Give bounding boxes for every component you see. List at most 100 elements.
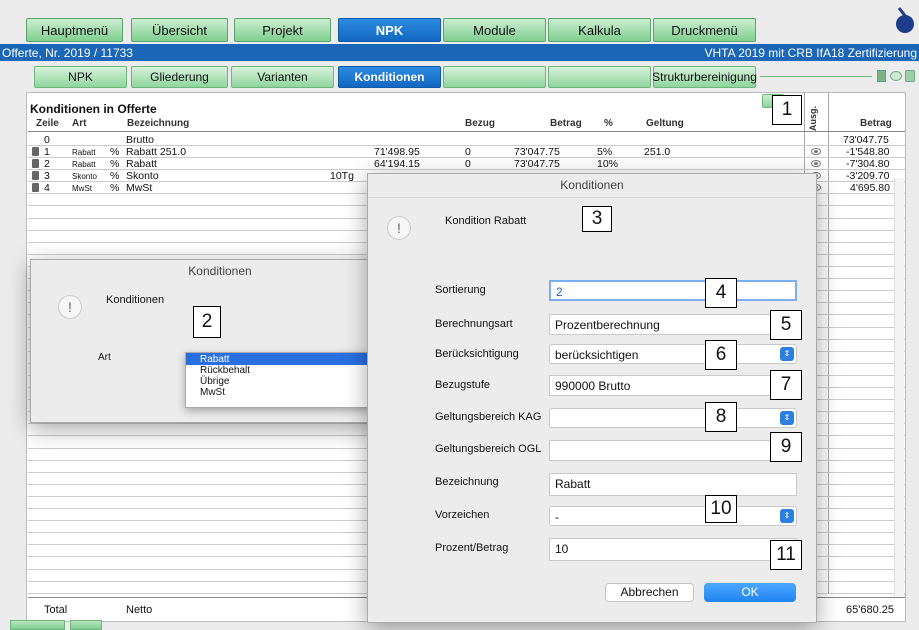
callout-4: 4 (705, 278, 737, 308)
prozent-betrag-input[interactable]: 10 (549, 538, 797, 561)
subtab-empty-2[interactable] (548, 66, 651, 88)
callout-8: 8 (705, 402, 737, 432)
dialog-heading: Kondition Rabatt (445, 215, 527, 227)
trash-icon[interactable] (32, 147, 39, 156)
subtab-gliederung[interactable]: Gliederung (131, 66, 228, 88)
subtab-npk[interactable]: NPK (34, 66, 127, 88)
col-betrag-right: Betrag (860, 118, 892, 129)
subtab-strukturbereinigung[interactable]: Strukturbereinigung (652, 66, 757, 88)
callout-6: 6 (705, 340, 737, 370)
label-sortierung: Sortierung (435, 284, 486, 296)
tab-module[interactable]: Module (443, 18, 546, 42)
app-logo-icon (893, 4, 915, 34)
col-geltung: Geltung (646, 118, 684, 129)
eye-icon[interactable] (811, 148, 821, 155)
label-prozent-betrag: Prozent/Betrag (435, 542, 509, 554)
ok-button[interactable]: OK (704, 583, 796, 602)
trash-icon[interactable] (32, 171, 39, 180)
art-label: Art (98, 352, 111, 363)
eye-toggle-icon[interactable] (890, 71, 902, 81)
tab-hauptmenue[interactable]: Hauptmenü (26, 18, 123, 42)
tab-npk[interactable]: NPK (338, 18, 441, 42)
dialog-heading: Konditionen (106, 294, 165, 306)
status-bar: Offerte, Nr. 2019 / 11733 VHTA 2019 mit … (0, 44, 919, 61)
row-art: Rabatt (72, 148, 96, 157)
col-bezeichnung: Bezeichnung (127, 118, 190, 129)
berechnungsart-field[interactable]: Prozentberechnung (549, 314, 797, 335)
footer-total-value: 65'680.25 (846, 604, 894, 616)
lock-icon[interactable] (905, 70, 915, 82)
label-geltung-ogl: Geltungsbereich OGL (435, 443, 542, 455)
subtab-varianten[interactable]: Varianten (231, 66, 334, 88)
bezeichnung-input[interactable]: Rabatt (549, 473, 797, 496)
label-bezugstufe: Bezugstufe (435, 379, 491, 391)
row-art: Skonto (72, 172, 97, 181)
bezugstufe-field[interactable]: 990000 Brutto (549, 375, 797, 396)
dropdown-option-uebrige[interactable]: Übrige (186, 376, 389, 387)
grid-line (28, 157, 905, 158)
grid-line (28, 169, 905, 170)
callout-9: 9 (770, 432, 802, 462)
dialog-title: Konditionen (188, 264, 252, 278)
document-title: Offerte, Nr. 2019 / 11733 (2, 46, 133, 60)
label-berechnungsart: Berechnungsart (435, 318, 513, 330)
tab-kalkula[interactable]: Kalkula (548, 18, 651, 42)
col-divider (828, 92, 829, 594)
tab-uebersicht[interactable]: Übersicht (131, 18, 228, 42)
callout-2: 2 (193, 306, 221, 338)
callout-7: 7 (770, 370, 802, 400)
footer-netto-label: Netto (126, 604, 153, 616)
label-beruecksichtigung: Berücksichtigung (435, 348, 519, 360)
select-arrows-icon[interactable]: ⇕ (780, 411, 794, 425)
scrollbar[interactable] (894, 178, 904, 596)
subtab-konditionen[interactable]: Konditionen (338, 66, 441, 88)
nav-back-buttons[interactable] (70, 620, 102, 630)
art-dropdown[interactable]: Rabatt Rückbehalt Übrige MwSt (185, 352, 390, 408)
header-underline (28, 131, 905, 132)
cancel-button[interactable]: Abbrechen (605, 583, 694, 602)
row-art: Rabatt (72, 160, 96, 169)
callout-10: 10 (705, 495, 737, 523)
sortierung-input[interactable]: 2 (549, 280, 797, 301)
col-betrag: Betrag (550, 118, 582, 129)
callout-5: 5 (770, 310, 802, 340)
row-art: MwSt (72, 184, 92, 193)
dropdown-option-mwst[interactable]: MwSt (186, 387, 389, 398)
label-geltung-kag: Geltungsbereich KAG (435, 411, 542, 423)
dialog-title: Konditionen (368, 174, 816, 198)
toolbar-divider (760, 76, 872, 77)
section-title: Konditionen in Offerte (30, 102, 157, 116)
label-bezeichnung: Bezeichnung (435, 476, 499, 488)
footer-total-label: Total (44, 604, 68, 616)
col-percent: % (604, 118, 613, 129)
beruecksichtigung-value: berücksichtigen (555, 348, 639, 362)
dropdown-option-rabatt[interactable]: Rabatt (186, 353, 389, 365)
select-arrows-icon[interactable]: ⇕ (780, 509, 794, 523)
trash-icon[interactable] (32, 183, 39, 192)
callout-3: 3 (582, 206, 612, 232)
beruecksichtigung-select[interactable]: berücksichtigen ⇕ (549, 344, 797, 364)
label-vorzeichen: Vorzeichen (435, 509, 490, 521)
vorzeichen-select[interactable]: - ⇕ (549, 506, 797, 526)
warning-icon: ! (58, 295, 82, 319)
callout-11: 11 (770, 540, 802, 570)
col-art: Art (72, 118, 87, 129)
dropdown-option-rueckbehalt[interactable]: Rückbehalt (186, 365, 389, 376)
grid-line (28, 145, 905, 146)
document-icon[interactable] (877, 70, 886, 82)
geltung-kag-select[interactable]: ⇕ (549, 408, 797, 428)
trash-icon[interactable] (32, 159, 39, 168)
select-arrows-icon[interactable]: ⇕ (780, 347, 794, 361)
col-bezug: Bezug (465, 118, 495, 129)
col-ausg: Ausg. (808, 105, 818, 131)
certification-label: VHTA 2019 mit CRB IfA18 Zertifizierung (704, 46, 917, 60)
callout-1: 1 (772, 95, 802, 125)
nav-arrow-buttons[interactable] (10, 620, 65, 630)
tab-projekt[interactable]: Projekt (234, 18, 331, 42)
warning-icon: ! (387, 216, 411, 240)
eye-icon[interactable] (811, 160, 821, 167)
tab-druckmenue[interactable]: Druckmenü (653, 18, 756, 42)
geltung-ogl-field[interactable] (549, 440, 797, 461)
col-zeile: Zeile (36, 118, 59, 129)
subtab-empty-1[interactable] (443, 66, 546, 88)
